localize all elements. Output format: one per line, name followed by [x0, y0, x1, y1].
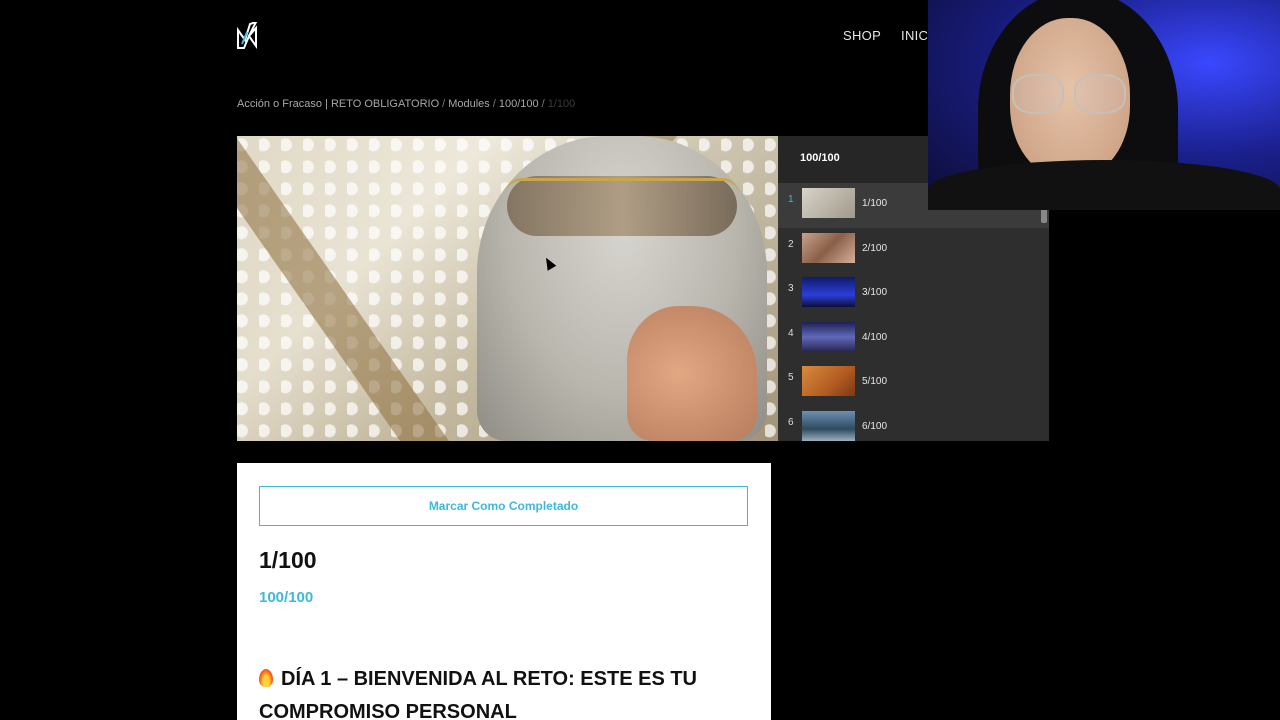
playlist-thumbnail: [802, 232, 855, 263]
day-heading-text: DÍA 1 – BIENVENIDA AL RETO: ESTE ES TU C…: [259, 668, 697, 720]
playlist-item-number: 2: [788, 238, 794, 250]
mark-complete-button[interactable]: Marcar Como Completado: [259, 486, 748, 526]
video-player[interactable]: [237, 136, 778, 441]
thumbs-up-hand: [627, 306, 757, 441]
nav-shop[interactable]: SHOP: [843, 28, 881, 43]
fire-icon: [259, 669, 273, 687]
playlist-item-number: 1: [788, 194, 794, 205]
breadcrumb-current: 1/100: [547, 98, 576, 110]
playlist-thumbnail: [802, 366, 855, 397]
lesson-content-card: Marcar Como Completado 1/100 100/100 DÍA…: [237, 463, 771, 720]
playlist-item[interactable]: 2 2/100: [778, 228, 1049, 273]
playlist-item[interactable]: 5 5/100: [778, 361, 1049, 406]
playlist-item-label: 6/100: [862, 420, 888, 432]
webcam-detail: [928, 160, 1280, 210]
playlist-item-label: 5/100: [862, 376, 888, 388]
playlist-item-number: 6: [788, 416, 794, 428]
playlist-item[interactable]: 3 3/100: [778, 272, 1049, 317]
webcam-detail: [1012, 74, 1064, 114]
lightning-logo-icon: [237, 20, 258, 50]
breadcrumb-separator: /: [541, 98, 545, 110]
playlist-thumbnail: [802, 277, 855, 308]
breadcrumb-separator: /: [492, 98, 496, 110]
lesson-module-link[interactable]: 100/100: [259, 589, 313, 606]
playlist-item-label: 4/100: [862, 331, 888, 343]
day-heading: DÍA 1 – BIENVENIDA AL RETO: ESTE ES TU C…: [259, 663, 754, 720]
playlist-item-number: 5: [788, 372, 794, 384]
playlist-thumbnail: [802, 410, 855, 441]
breadcrumb: Acción o Fracaso | RETO OBLIGATORIO / Modu…: [237, 98, 575, 110]
playlist-item-label: 2/100: [862, 242, 888, 254]
webcam-overlay: [928, 0, 1280, 210]
breadcrumb-modules[interactable]: Modules: [448, 98, 490, 110]
breadcrumb-course[interactable]: Acción o Fracaso | RETO OBLIGATORIO: [237, 98, 439, 110]
webcam-detail: [1074, 74, 1126, 114]
playlist-item-label: 3/100: [862, 287, 888, 299]
playlist-item[interactable]: 6 6/100: [778, 406, 1049, 441]
playlist-thumbnail: [802, 188, 855, 218]
site-logo[interactable]: [236, 20, 258, 50]
playlist-item-number: 3: [788, 283, 794, 295]
playlist-item-label: 1/100: [862, 198, 888, 209]
playlist-item-number: 4: [788, 327, 794, 339]
video-frame-detail: [505, 178, 739, 228]
breadcrumb-module[interactable]: 100/100: [499, 98, 539, 110]
breadcrumb-separator: /: [442, 98, 446, 110]
playlist-scrollbar[interactable]: [1041, 209, 1047, 223]
lesson-title: 1/100: [259, 547, 317, 573]
playlist-item[interactable]: 4 4/100: [778, 317, 1049, 362]
playlist-thumbnail: [802, 321, 855, 352]
